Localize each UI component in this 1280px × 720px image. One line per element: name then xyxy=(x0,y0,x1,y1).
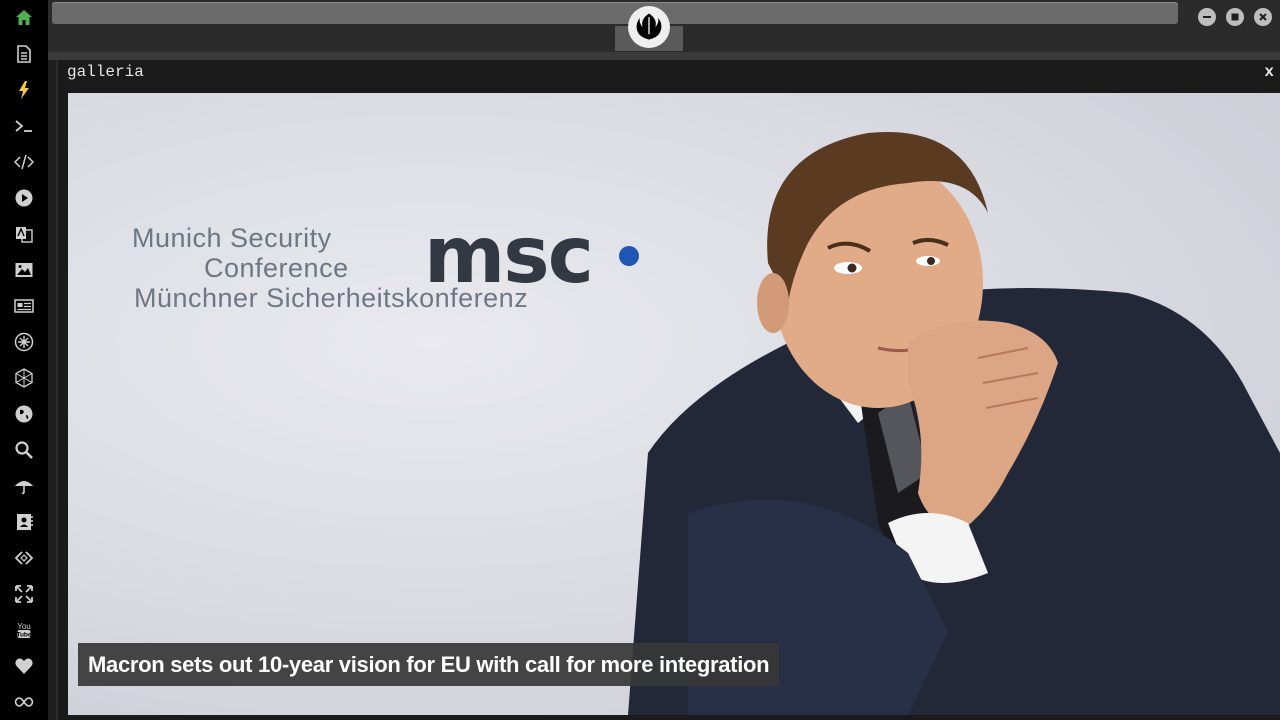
image-caption: Macron sets out 10-year vision for EU wi… xyxy=(78,643,780,686)
search-icon xyxy=(15,441,33,459)
umbrella-icon xyxy=(15,481,33,495)
gallery-title: galleria xyxy=(67,63,144,81)
rebel-alliance-icon[interactable] xyxy=(628,6,670,48)
gallery-window: galleria x Munich Security Conference Mü… xyxy=(56,60,1280,720)
address-bar[interactable] xyxy=(52,2,1178,24)
rebel-icon xyxy=(14,332,34,352)
infinity-icon xyxy=(14,697,34,707)
sidebar-item-infinity[interactable] xyxy=(0,684,48,720)
sidebar-item-umbrella[interactable] xyxy=(0,468,48,504)
minimize-icon xyxy=(1203,16,1211,18)
sidebar-item-globe[interactable] xyxy=(0,396,48,432)
window-frame-strip xyxy=(48,52,1280,60)
sidebar-item-contacts[interactable] xyxy=(0,504,48,540)
maximize-button[interactable] xyxy=(1226,8,1244,26)
sidebar: You Tube xyxy=(0,0,48,720)
translate-icon xyxy=(16,227,33,243)
close-icon xyxy=(1259,13,1267,21)
globe-icon xyxy=(15,405,33,423)
play-icon xyxy=(15,189,33,207)
sidebar-item-document[interactable] xyxy=(0,36,48,72)
msc-logo: Munich Security Conference Münchner Sich… xyxy=(132,211,594,313)
terminal-icon xyxy=(15,120,32,132)
sidebar-item-terminal[interactable] xyxy=(0,108,48,144)
lightning-icon xyxy=(19,81,29,99)
gallery-image[interactable]: Munich Security Conference Münchner Sich… xyxy=(68,93,1280,715)
document-icon xyxy=(17,45,31,63)
svg-text:Tube: Tube xyxy=(16,632,31,639)
hexagon-icon xyxy=(15,368,33,388)
youtube-icon: YouTube xyxy=(16,622,31,639)
share-code-icon xyxy=(14,551,34,565)
sidebar-item-hexagon[interactable] xyxy=(0,360,48,396)
sidebar-item-share-code[interactable] xyxy=(0,540,48,576)
sidebar-item-search[interactable] xyxy=(0,432,48,468)
gallery-close-button[interactable]: x xyxy=(1264,63,1274,81)
sidebar-item-lightning[interactable] xyxy=(0,72,48,108)
image-icon xyxy=(15,263,33,277)
sidebar-item-translate[interactable] xyxy=(0,216,48,252)
sidebar-item-heart[interactable] xyxy=(0,648,48,684)
close-button[interactable] xyxy=(1254,8,1272,26)
sidebar-item-play[interactable] xyxy=(0,180,48,216)
top-bar xyxy=(48,0,1280,52)
news-icon xyxy=(14,299,34,313)
home-icon xyxy=(16,10,32,25)
maximize-icon xyxy=(1231,13,1239,21)
sidebar-item-rebel[interactable] xyxy=(0,324,48,360)
minimize-button[interactable] xyxy=(1198,8,1216,26)
expand-icon xyxy=(15,585,33,603)
sidebar-item-expand[interactable] xyxy=(0,576,48,612)
sidebar-item-news[interactable] xyxy=(0,288,48,324)
sidebar-item-home[interactable] xyxy=(0,0,48,36)
person-photo xyxy=(628,132,1280,715)
msc-logo-word: msc xyxy=(424,211,594,301)
heart-icon xyxy=(15,658,33,674)
code-icon xyxy=(14,154,34,170)
svg-text:You: You xyxy=(17,622,31,631)
sidebar-item-youtube[interactable]: You Tube xyxy=(0,612,48,648)
sidebar-item-image[interactable] xyxy=(0,252,48,288)
contacts-icon xyxy=(17,514,33,530)
sidebar-item-code[interactable] xyxy=(0,144,48,180)
